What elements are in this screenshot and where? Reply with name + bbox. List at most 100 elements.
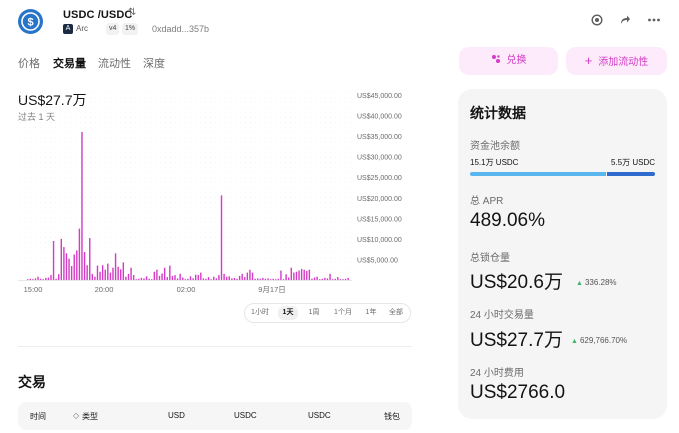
swap-label: 兑换 [506, 55, 527, 66]
volume-bar [107, 263, 109, 280]
volume-bar [331, 279, 334, 280]
volume-bar [249, 269, 251, 280]
volume-bar [112, 267, 114, 280]
pool-balance-left: 15.1万 USDC [470, 158, 519, 167]
volume-bar [169, 265, 171, 280]
volume-bar [280, 270, 282, 280]
swap-direction-icon[interactable]: ⇅ [128, 7, 136, 18]
pool-address-link[interactable]: 0xdadd...357b [152, 24, 209, 34]
volume-bar [205, 278, 207, 280]
volume-bar [151, 279, 153, 280]
volume-bar [91, 273, 94, 280]
volume-bar [225, 276, 228, 280]
range-1w-button[interactable]: 1周 [304, 306, 324, 320]
transactions-title: 交易 [18, 374, 46, 390]
volume-bar [42, 279, 44, 280]
volume-bar [132, 275, 135, 280]
fees-24h-label: 24 小时费用 [470, 368, 524, 379]
volume-bar [86, 265, 88, 280]
volume-bar [272, 278, 274, 280]
volume-bar [207, 277, 210, 280]
volume-chart[interactable]: US$45,000.00 US$40,000.00 US$35,000.00 US$3… [0, 86, 412, 298]
y-tick-label: US$20,000.00 [357, 196, 402, 203]
volume-bar [65, 253, 68, 280]
volume-bar [264, 278, 267, 280]
volume-bar [228, 276, 230, 280]
explorer-icon[interactable] [590, 14, 604, 28]
tab-volume[interactable]: 交易量 [53, 55, 86, 71]
volume-bar [78, 228, 81, 280]
range-1y-button[interactable]: 1年 [362, 306, 380, 320]
tab-price[interactable]: 价格 [18, 55, 40, 71]
up-arrow-icon: ▲ [571, 338, 578, 345]
volume-bar [127, 273, 130, 280]
volume-bar [192, 278, 194, 280]
volume-bar [316, 276, 318, 280]
volume-bar [215, 278, 218, 280]
tab-depth[interactable]: 深度 [143, 55, 165, 71]
range-1m-button[interactable]: 1个月 [330, 306, 356, 320]
volume-bar [300, 268, 303, 280]
col-time[interactable]: 时间 [30, 411, 46, 422]
tvl-value: US$20.6万 [470, 272, 563, 293]
volume-bar [89, 238, 91, 280]
volume-bar [45, 277, 47, 280]
volume-bar [161, 273, 163, 280]
volume-bar [287, 277, 290, 280]
volume-bar [171, 275, 174, 280]
volume-bar [182, 277, 184, 280]
volume-bar [138, 278, 140, 280]
more-icon[interactable] [647, 14, 661, 28]
volume-bar [347, 277, 349, 280]
volume-bar [81, 132, 83, 280]
y-tick-label: US$10,000.00 [357, 237, 402, 244]
pool-balance-right: 5.5万 USDC [610, 158, 655, 167]
volume-bar [76, 250, 78, 280]
swap-icon [491, 48, 501, 63]
volume-bar [313, 277, 316, 280]
volume-bar [318, 279, 321, 280]
tab-liquidity[interactable]: 流动性 [98, 55, 131, 71]
volume-bar [308, 269, 311, 280]
volume-bar [27, 279, 29, 280]
tvl-label: 总锁仓量 [470, 253, 510, 264]
volume-bar [120, 269, 122, 280]
volume-bar [174, 275, 176, 280]
pool-header: $ USDC /USDC ⇅ A Arc v4 1% 0xdadd...357b [0, 0, 679, 46]
tvl-change-value: 336.28% [584, 278, 617, 287]
volume-bar [101, 265, 104, 280]
range-1d-button[interactable]: 1天 [278, 306, 298, 320]
y-tick-label: US$30,000.00 [357, 155, 402, 162]
apr-label: 总 APR [470, 196, 504, 207]
y-tick-label: US$40,000.00 [357, 114, 402, 121]
volume-bar [293, 272, 295, 280]
volume-bar [233, 277, 236, 280]
volume-bar [143, 278, 145, 280]
volume-bar [117, 266, 119, 280]
volume-bar [256, 278, 259, 280]
apr-value: 489.06% [470, 210, 546, 231]
volume-bar [223, 273, 225, 280]
volume-bar [326, 278, 329, 280]
swap-button[interactable]: 兑换 [459, 47, 558, 75]
volume-bar [184, 279, 187, 280]
volume-bar [176, 278, 179, 280]
volume-bar [94, 276, 96, 280]
volume-bar [231, 278, 233, 280]
add-liquidity-button[interactable]: + 添加流动性 [566, 47, 667, 75]
share-icon[interactable] [618, 14, 632, 28]
volume-bar [37, 276, 39, 280]
col-type[interactable]: 类型 [82, 411, 98, 422]
volume-bar [295, 271, 298, 280]
volume-24h-value: US$27.7万 [470, 330, 563, 351]
range-1h-button[interactable]: 1小时 [248, 306, 272, 320]
sort-icon[interactable]: ◇ [73, 411, 79, 420]
stats-title: 统计数据 [470, 105, 526, 121]
y-tick-label: US$45,000.00 [357, 93, 402, 100]
range-all-button[interactable]: 全部 [386, 306, 406, 320]
volume-bar [262, 277, 264, 280]
volume-bar [83, 252, 86, 280]
volume-bar [96, 265, 99, 280]
time-range-selector: 1小时 1天 1周 1个月 1年 全部 [244, 303, 411, 323]
volume-bar [277, 278, 280, 280]
